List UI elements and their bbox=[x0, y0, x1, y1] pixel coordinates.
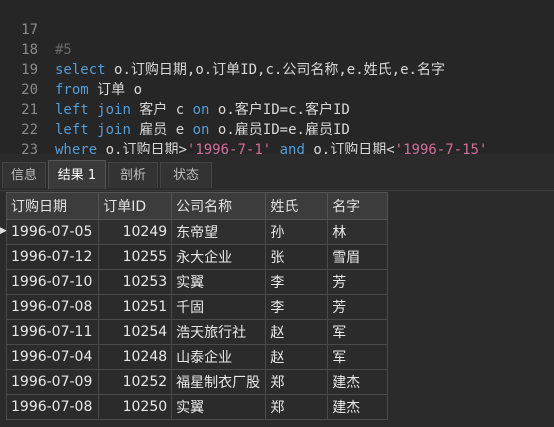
table-cell[interactable]: 林 bbox=[327, 219, 388, 245]
table-cell[interactable]: 实翼 bbox=[171, 269, 267, 295]
column-header[interactable]: 名字 bbox=[327, 192, 388, 220]
table-cell[interactable]: 1996-07-04 bbox=[5, 344, 100, 370]
table-cell[interactable]: 郑 bbox=[265, 369, 329, 395]
sql-editor[interactable]: 17 #5 18 select o.订购日期,o.订单ID,c.公司名称,e.姓… bbox=[0, 0, 554, 178]
table-cell[interactable]: 孙 bbox=[265, 219, 329, 245]
table-cell[interactable]: 东帝望 bbox=[171, 219, 267, 245]
table-cell[interactable]: 永大企业 bbox=[171, 244, 267, 270]
column-header[interactable]: 订购日期 bbox=[5, 192, 100, 220]
table-cell[interactable]: 1996-07-09 bbox=[5, 369, 100, 395]
table-cell[interactable]: 10249 bbox=[98, 219, 173, 245]
code-line: 23 order by e.姓氏,e.名字,o.订单ID desc; bbox=[0, 120, 554, 178]
table-cell[interactable]: 张 bbox=[265, 244, 329, 270]
result-tabbar: 信息 结果 1 剖析 状态 bbox=[0, 154, 554, 191]
table-cell[interactable]: 10254 bbox=[98, 319, 173, 345]
table-row[interactable]: 1996-07-10 10253 实翼李芳 bbox=[5, 269, 388, 295]
code-line: 19 from 订单 o bbox=[0, 40, 554, 98]
result-grid[interactable]: 订购日期 订单ID 公司名称 姓氏 名字 1996-07-05 10249 东帝望孙… bbox=[5, 192, 388, 420]
table-cell[interactable]: 军 bbox=[327, 344, 388, 370]
table-cell[interactable]: 1996-07-08 bbox=[5, 294, 100, 320]
table-cell[interactable]: 10253 bbox=[98, 269, 173, 295]
table-cell[interactable]: 1996-07-11 bbox=[5, 319, 100, 345]
table-cell[interactable]: 浩天旅行社 bbox=[171, 319, 267, 345]
table-cell[interactable]: 赵 bbox=[265, 344, 329, 370]
table-row[interactable]: 1996-07-12 10255 永大企业张雪眉 bbox=[5, 244, 388, 270]
tab-profile[interactable]: 剖析 bbox=[108, 162, 158, 188]
table-cell[interactable]: 实翼 bbox=[171, 394, 267, 420]
table-row[interactable]: 1996-07-11 10254 浩天旅行社赵军 bbox=[5, 319, 388, 345]
table-cell[interactable]: 1996-07-10 bbox=[5, 269, 100, 295]
table-cell[interactable]: 10248 bbox=[98, 344, 173, 370]
table-cell[interactable]: 郑 bbox=[265, 394, 329, 420]
table-row[interactable]: 1996-07-08 10251 千固李芳 bbox=[5, 294, 388, 320]
code-line: 21 left join 雇员 e on o.雇员ID=e.雇员ID bbox=[0, 80, 554, 138]
table-cell[interactable]: 千固 bbox=[171, 294, 267, 320]
code-line: 20 left join 客户 c on o.客户ID=c.客户ID bbox=[0, 60, 554, 118]
table-cell[interactable]: 芳 bbox=[327, 269, 388, 295]
table-cell[interactable]: 李 bbox=[265, 294, 329, 320]
table-cell[interactable]: 10255 bbox=[98, 244, 173, 270]
table-row[interactable]: 1996-07-08 10250 实翼郑建杰 bbox=[5, 394, 388, 420]
table-cell[interactable]: 10252 bbox=[98, 369, 173, 395]
table-cell[interactable]: 1996-07-08 bbox=[5, 394, 100, 420]
table-row[interactable]: 1996-07-09 10252 福星制衣厂股郑建杰 bbox=[5, 369, 388, 395]
table-cell[interactable]: 赵 bbox=[265, 319, 329, 345]
tab-info[interactable]: 信息 bbox=[2, 162, 46, 188]
table-cell[interactable]: 1996-07-12 bbox=[5, 244, 100, 270]
column-header[interactable]: 订单ID bbox=[98, 192, 173, 220]
table-cell[interactable]: 李 bbox=[265, 269, 329, 295]
table-cell[interactable]: 1996-07-05 bbox=[5, 219, 100, 245]
tab-result-1[interactable]: 结果 1 bbox=[48, 160, 106, 189]
table-cell[interactable]: 山泰企业 bbox=[171, 344, 267, 370]
table-row[interactable]: 1996-07-05 10249 东帝望孙林 bbox=[5, 219, 388, 245]
table-cell[interactable]: 10250 bbox=[98, 394, 173, 420]
table-cell[interactable]: 10251 bbox=[98, 294, 173, 320]
table-cell[interactable]: 芳 bbox=[327, 294, 388, 320]
table-cell[interactable]: 福星制衣厂股 bbox=[171, 369, 267, 395]
tab-status[interactable]: 状态 bbox=[160, 162, 212, 188]
column-header[interactable]: 姓氏 bbox=[265, 192, 329, 220]
code-line: 22 where o.订购日期>'1996-7-1' and o.订购日期<'1… bbox=[0, 100, 554, 158]
table-cell[interactable]: 雪眉 bbox=[327, 244, 388, 270]
table-cell[interactable]: 建杰 bbox=[327, 394, 388, 420]
table-cell[interactable]: 建杰 bbox=[327, 369, 388, 395]
table-row[interactable]: 1996-07-04 10248 山泰企业赵军 bbox=[5, 344, 388, 370]
column-header[interactable]: 公司名称 bbox=[171, 192, 267, 220]
header-row: 订购日期 订单ID 公司名称 姓氏 名字 bbox=[5, 192, 388, 220]
code-line: 17 #5 bbox=[0, 0, 554, 58]
table-cell[interactable]: 军 bbox=[327, 319, 388, 345]
code-line: 18 select o.订购日期,o.订单ID,c.公司名称,e.姓氏,e.名字 bbox=[0, 20, 554, 78]
